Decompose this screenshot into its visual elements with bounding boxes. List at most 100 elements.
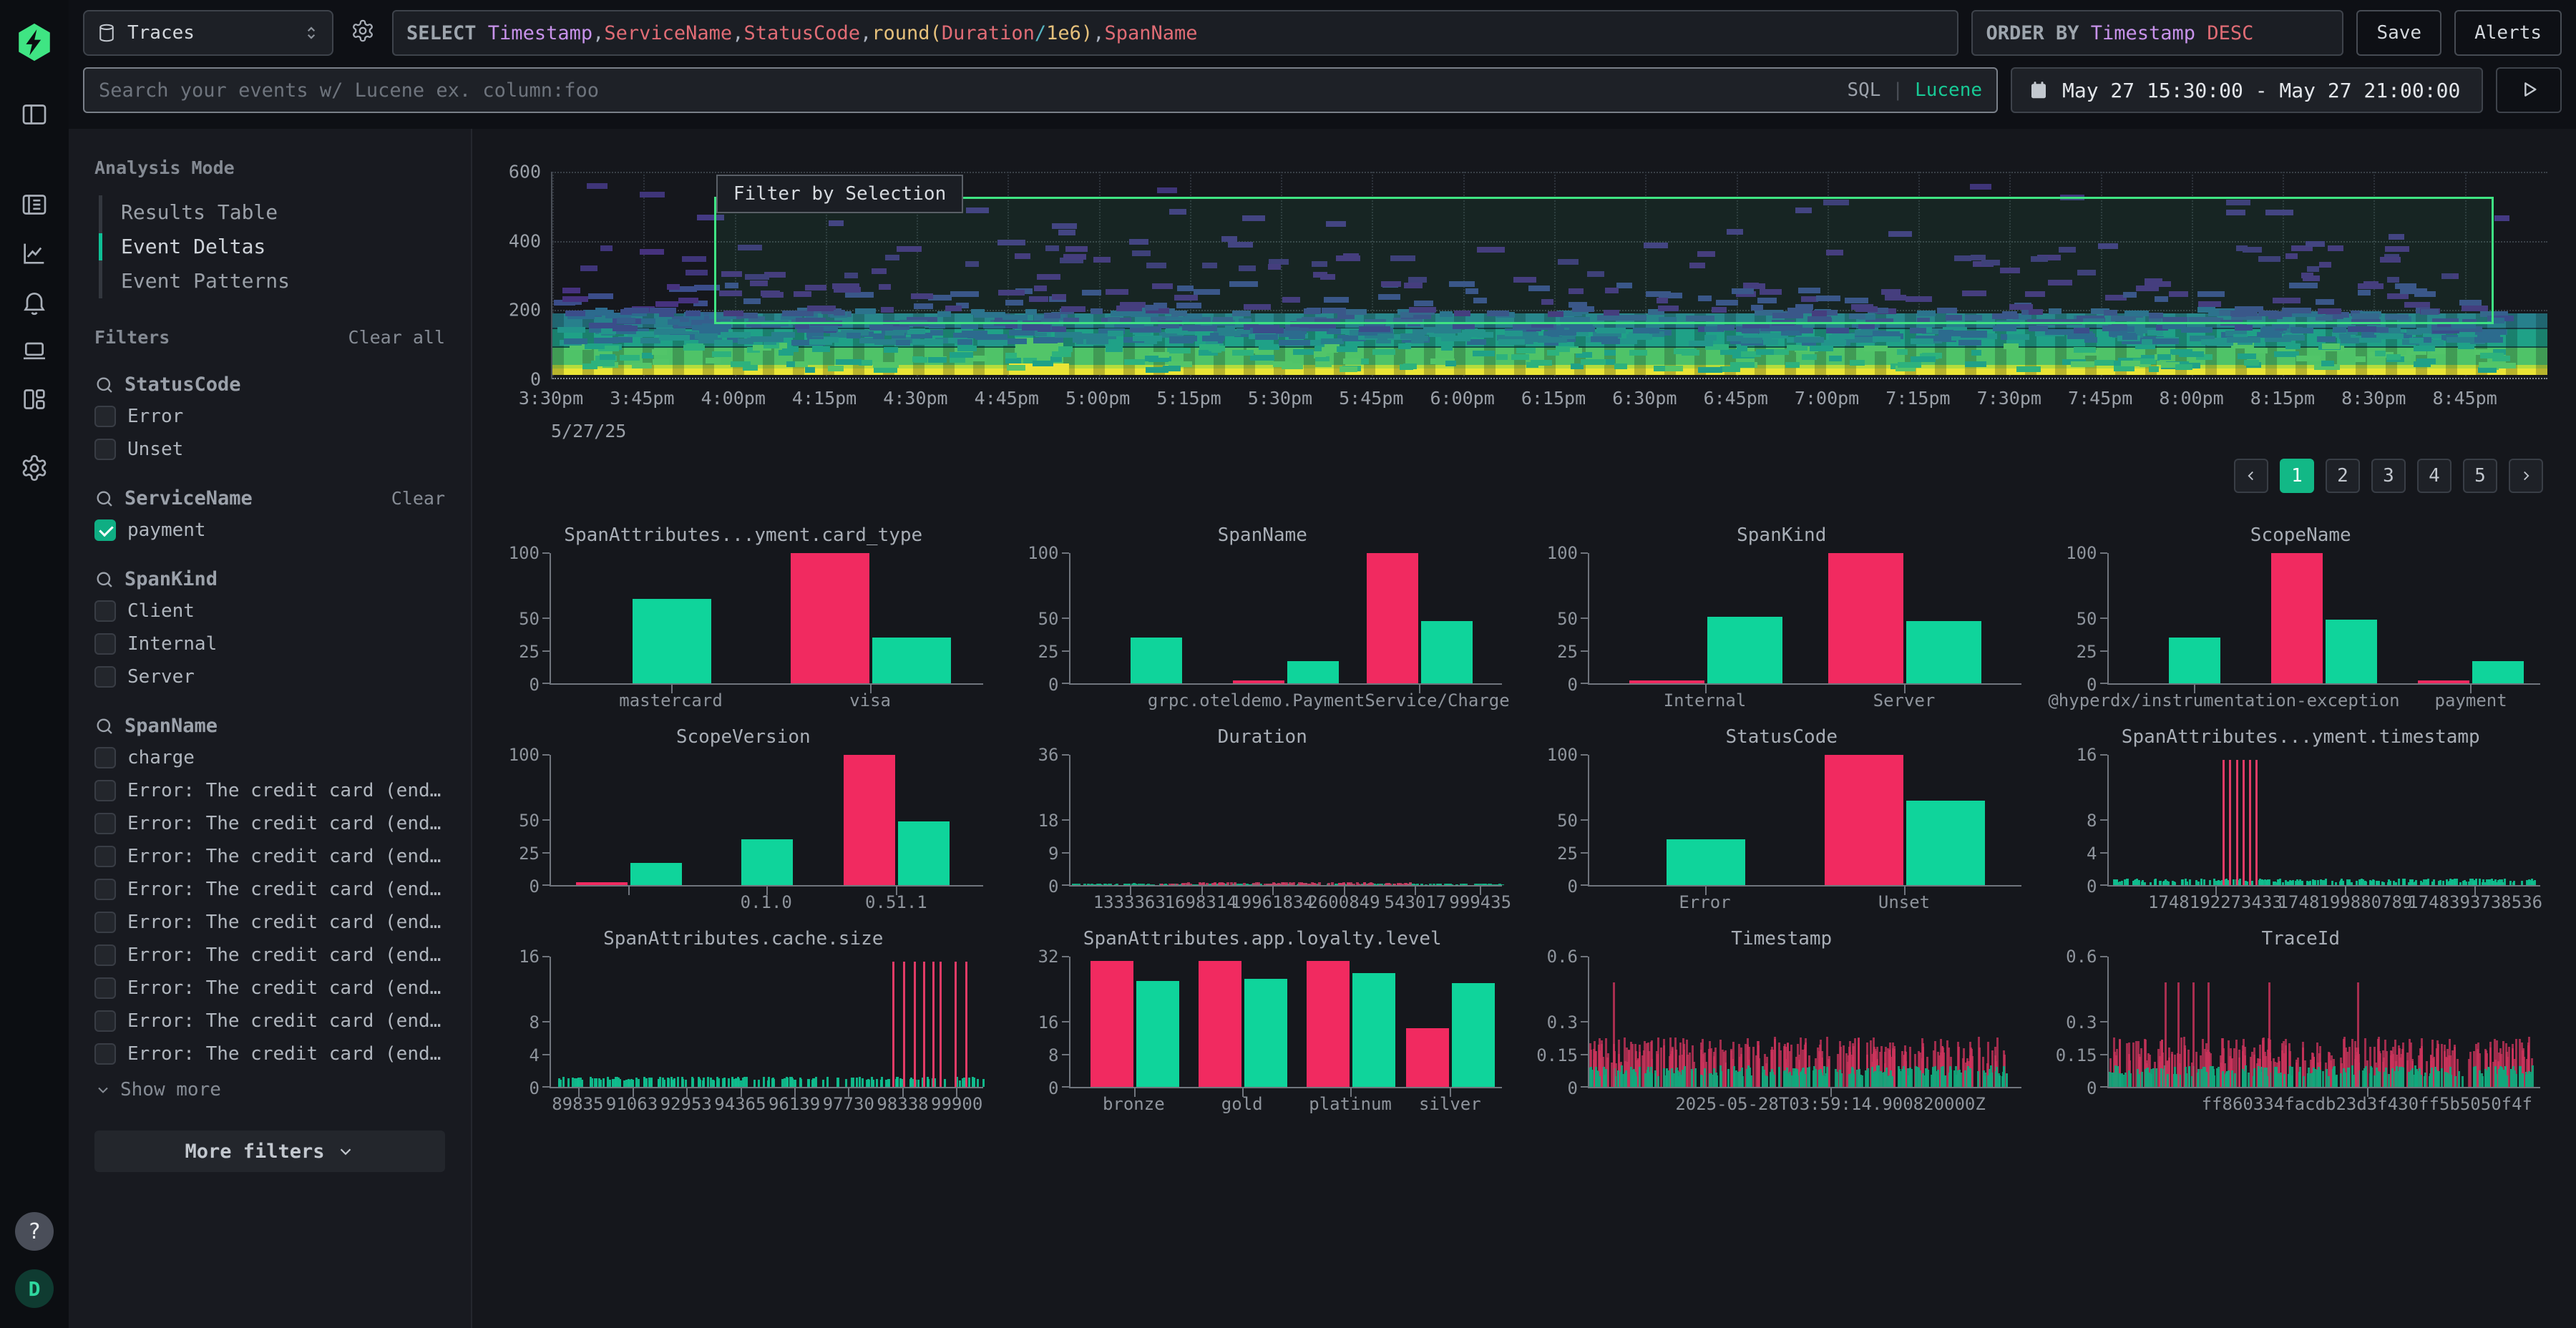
sql-mode-option[interactable]: SQL	[1847, 79, 1880, 101]
filter-option[interactable]: Unset	[94, 437, 445, 462]
save-button[interactable]: Save	[2356, 10, 2441, 56]
heatmap-cell	[1704, 335, 1717, 341]
heatmap-plot[interactable]: Filter by Selection	[551, 172, 2547, 379]
heatmap-x-tick-label: 3:30pm	[519, 388, 583, 409]
pagination-page-button[interactable]: 1	[2280, 459, 2314, 493]
lucene-mode-option[interactable]: Lucene	[1915, 79, 1982, 101]
filter-by-selection-button[interactable]: Filter by Selection	[716, 175, 963, 213]
chart-plot	[1069, 957, 1503, 1088]
filter-option[interactable]: Server	[94, 665, 445, 689]
search-input[interactable]: Search your events w/ Lucene ex. column:…	[83, 67, 1998, 113]
source-select[interactable]: Traces	[83, 10, 333, 56]
filter-option[interactable]: Error: The credit card (end…	[94, 1042, 445, 1066]
analysis-mode-list: Results TableEvent DeltasEvent Patterns	[99, 195, 445, 298]
filter-checkbox[interactable]	[94, 912, 116, 933]
chart-stroke	[1499, 884, 1502, 885]
search-icon[interactable]	[94, 570, 114, 590]
pagination-page-button[interactable]: 5	[2463, 459, 2497, 493]
chart-stroke	[1977, 1071, 1979, 1087]
select-clause-input[interactable]: SELECT Timestamp,ServiceName,StatusCode,…	[392, 10, 1958, 56]
filter-option[interactable]: Error: The credit card (end…	[94, 844, 445, 869]
filter-checkbox[interactable]	[94, 747, 116, 768]
filter-checkbox[interactable]	[94, 519, 116, 541]
filter-checkbox[interactable]	[94, 666, 116, 688]
filter-checkbox[interactable]	[94, 1010, 116, 1032]
heatmap-cell	[1538, 337, 1568, 343]
heatmap-cell	[714, 340, 733, 346]
analysis-mode-item[interactable]: Event Patterns	[102, 264, 445, 298]
chart-stroke	[2309, 882, 2311, 885]
heatmap-cell	[1145, 356, 1158, 361]
filter-option[interactable]: Error	[94, 404, 445, 429]
filter-option[interactable]: payment	[94, 518, 445, 542]
filter-option[interactable]: charge	[94, 746, 445, 770]
filter-option[interactable]: Error: The credit card (end…	[94, 778, 445, 803]
filter-checkbox[interactable]	[94, 439, 116, 460]
filter-checkbox[interactable]	[94, 633, 116, 655]
filter-group-clear-link[interactable]: Clear	[391, 488, 445, 509]
chart-stroke	[2298, 1072, 2301, 1087]
alerts-button[interactable]: Alerts	[2454, 10, 2562, 56]
search-icon[interactable]	[94, 489, 114, 509]
chart-stroke	[607, 1077, 609, 1087]
search-icon[interactable]	[94, 375, 114, 395]
chart-stroke	[1796, 1072, 1798, 1087]
logs-icon[interactable]	[20, 190, 49, 219]
order-by-input[interactable]: ORDER BY Timestamp DESC	[1971, 10, 2343, 56]
date-range-picker[interactable]: May 27 15:30:00 - May 27 21:00:00	[2011, 67, 2483, 113]
chart-stroke	[1654, 1073, 1657, 1087]
dashboards-icon[interactable]	[20, 385, 49, 414]
chart-stroke	[2003, 1067, 2005, 1087]
heatmap-selection[interactable]: Filter by Selection	[714, 197, 2494, 324]
alerts-bell-icon[interactable]	[20, 288, 49, 316]
filter-option[interactable]: Client	[94, 599, 445, 623]
chart-stroke	[1075, 884, 1078, 885]
filter-checkbox[interactable]	[94, 944, 116, 966]
chart-stroke	[2504, 879, 2506, 885]
filter-option[interactable]: Error: The credit card (end…	[94, 877, 445, 902]
show-more-link[interactable]: Show more	[94, 1079, 445, 1100]
filter-checkbox[interactable]	[94, 780, 116, 801]
panels-icon[interactable]	[20, 100, 49, 129]
heatmap-x-tick-label: 4:45pm	[975, 388, 1039, 409]
filter-checkbox[interactable]	[94, 406, 116, 427]
avatar[interactable]: D	[15, 1269, 54, 1308]
sessions-laptop-icon[interactable]	[20, 336, 49, 365]
chart-stroke	[2395, 882, 2397, 885]
pagination-prev-button[interactable]	[2234, 459, 2268, 493]
settings-gear-icon[interactable]	[20, 454, 49, 482]
chart-y-tick	[542, 852, 550, 854]
filter-option[interactable]: Error: The credit card (end…	[94, 811, 445, 836]
logo-icon[interactable]	[14, 21, 55, 63]
filter-checkbox[interactable]	[94, 1043, 116, 1065]
pagination-next-button[interactable]	[2509, 459, 2543, 493]
filter-checkbox[interactable]	[94, 879, 116, 900]
filter-checkbox[interactable]	[94, 977, 116, 999]
heatmap-cell	[2007, 334, 2029, 340]
analysis-mode-item[interactable]: Results Table	[102, 195, 445, 230]
filter-option[interactable]: Error: The credit card (end…	[94, 943, 445, 967]
filter-option-label: Internal	[127, 633, 217, 655]
pagination-page-button[interactable]: 2	[2326, 459, 2360, 493]
query-language-toggle[interactable]: SQL | Lucene	[1847, 79, 1982, 101]
filter-checkbox[interactable]	[94, 600, 116, 622]
filter-checkbox[interactable]	[94, 846, 116, 867]
filter-checkbox[interactable]	[94, 813, 116, 834]
chart-stroke	[2297, 882, 2299, 885]
run-query-button[interactable]	[2496, 67, 2562, 113]
filter-option[interactable]: Error: The credit card (end…	[94, 1009, 445, 1033]
heatmap-cell	[2292, 328, 2313, 333]
filter-option[interactable]: Error: The credit card (end…	[94, 976, 445, 1000]
search-icon[interactable]	[94, 716, 114, 736]
pagination-page-button[interactable]: 4	[2417, 459, 2451, 493]
pagination-page-button[interactable]: 3	[2371, 459, 2406, 493]
more-filters-button[interactable]: More filters	[94, 1131, 445, 1172]
line-chart-icon[interactable]	[20, 239, 49, 268]
clear-all-link[interactable]: Clear all	[348, 327, 445, 348]
filter-option[interactable]: Internal	[94, 632, 445, 656]
help-button[interactable]: ?	[15, 1212, 54, 1251]
source-settings-button[interactable]	[346, 10, 379, 56]
analysis-mode-item[interactable]: Event Deltas	[102, 230, 445, 264]
filter-option[interactable]: Error: The credit card (end…	[94, 910, 445, 934]
chart-stroke	[716, 1077, 718, 1087]
